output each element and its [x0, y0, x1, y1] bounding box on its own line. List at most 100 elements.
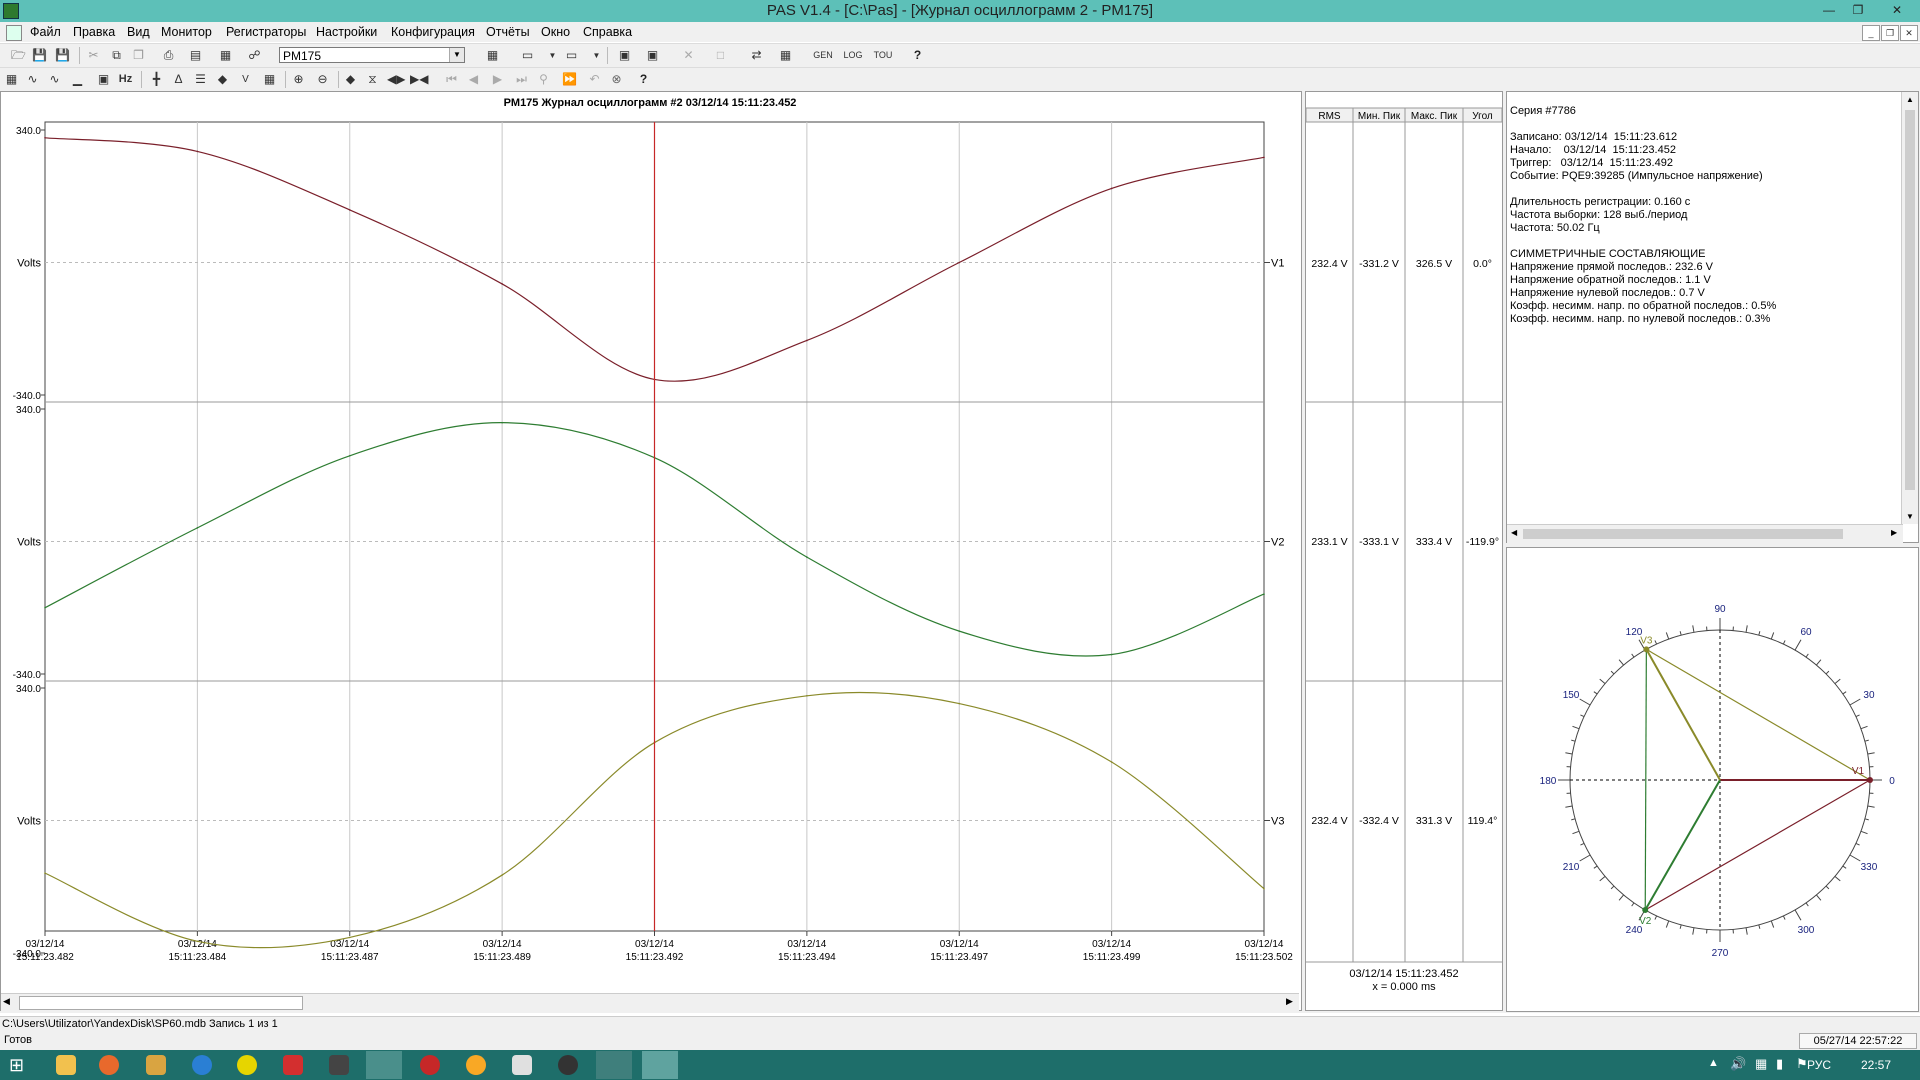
- prev-icon[interactable]: ◀: [465, 71, 482, 88]
- compress-vertical-icon[interactable]: ⧖: [364, 71, 381, 88]
- horizontal-scrollbar[interactable]: ◀ ▶: [1, 993, 1299, 1011]
- compress-horizontal-icon[interactable]: ▶◀: [410, 71, 428, 88]
- next-icon[interactable]: ▶: [489, 71, 506, 88]
- transfer-icon[interactable]: ⇄: [748, 47, 765, 64]
- recorder-icon[interactable]: ▭: [563, 47, 580, 64]
- expand-horizontal-icon[interactable]: ◀▶: [387, 71, 405, 88]
- app-taskbar-icon-4[interactable]: [283, 1055, 303, 1075]
- table-view-icon[interactable]: ▦: [3, 71, 20, 88]
- open-icon[interactable]: 🗁: [10, 47, 27, 64]
- start-button[interactable]: ⊞: [9, 1055, 29, 1075]
- chevron-down-icon[interactable]: ▼: [449, 48, 464, 62]
- save-all-icon[interactable]: 💾: [54, 47, 71, 64]
- scroll-thumb[interactable]: [19, 996, 303, 1010]
- app-taskbar-icon-7[interactable]: [466, 1055, 486, 1075]
- hz-button[interactable]: Hz: [117, 71, 134, 88]
- picture-icon[interactable]: ▣: [616, 47, 633, 64]
- menu-view[interactable]: Вид: [127, 25, 150, 39]
- menu-monitor[interactable]: Монитор: [161, 25, 212, 39]
- device-combo[interactable]: PM175 ▼: [279, 47, 465, 63]
- waveform-chart[interactable]: PM175 Журнал осциллограмм #2 03/12/14 15…: [1, 92, 1301, 992]
- help-2-icon[interactable]: ?: [635, 71, 652, 88]
- properties-icon[interactable]: ▦: [217, 47, 234, 64]
- menu-window[interactable]: Окно: [541, 25, 570, 39]
- language-indicator[interactable]: РУС: [1807, 1058, 1831, 1072]
- info-scroll-right-icon[interactable]: ▶: [1891, 528, 1897, 537]
- app-taskbar-icon-6[interactable]: [420, 1055, 440, 1075]
- close-button[interactable]: ✕: [1874, 0, 1920, 22]
- info-hscroll-thumb[interactable]: [1523, 529, 1843, 539]
- tray-arrow-icon[interactable]: ▲: [1708, 1057, 1719, 1069]
- info-scroll-left-icon[interactable]: ◀: [1511, 528, 1517, 537]
- word-taskbar-button[interactable]: [596, 1051, 632, 1079]
- last-icon[interactable]: ⏭: [513, 71, 530, 88]
- expand-vertical-icon[interactable]: ◆: [342, 71, 359, 88]
- mdi-close-button[interactable]: ✕: [1900, 25, 1918, 41]
- volume-icon[interactable]: 🔊: [1730, 1056, 1746, 1072]
- info-horizontal-scrollbar[interactable]: ◀ ▶: [1507, 524, 1903, 543]
- dropdown-arrow-2-icon[interactable]: ▼: [588, 47, 605, 64]
- channels-icon[interactable]: ╋: [148, 71, 165, 88]
- app-taskbar-icon-1[interactable]: [146, 1055, 166, 1075]
- delete-icon[interactable]: ✕: [680, 47, 697, 64]
- scroll-right-icon[interactable]: ▶: [1286, 996, 1293, 1007]
- app-taskbar-icon-5[interactable]: [329, 1055, 349, 1075]
- tou-button[interactable]: TOU: [871, 47, 895, 64]
- log-button[interactable]: LOG: [841, 47, 865, 64]
- scroll-left-icon[interactable]: ◀: [3, 996, 10, 1007]
- mdi-minimize-button[interactable]: _: [1862, 25, 1880, 41]
- gen-button[interactable]: GEN: [811, 47, 835, 64]
- firefox-taskbar-icon[interactable]: [99, 1055, 119, 1075]
- pas-taskbar-button-1[interactable]: [366, 1051, 402, 1079]
- harmonics-icon[interactable]: ▣: [95, 71, 112, 88]
- menu-recorders[interactable]: Регистраторы: [226, 25, 306, 39]
- flag-icon[interactable]: ⚑: [1796, 1056, 1808, 1072]
- app-taskbar-icon-9[interactable]: [558, 1055, 578, 1075]
- options-icon[interactable]: ▦: [261, 71, 278, 88]
- help-icon[interactable]: ?: [909, 47, 926, 64]
- app-taskbar-icon-8[interactable]: [512, 1055, 532, 1075]
- monitor-icon[interactable]: ▭: [519, 47, 536, 64]
- menu-configuration[interactable]: Конфигурация: [391, 25, 475, 39]
- delta-icon[interactable]: Δ: [170, 71, 187, 88]
- connect-icon[interactable]: ☍: [246, 47, 263, 64]
- skip-icon[interactable]: ⏩: [561, 71, 578, 88]
- first-icon[interactable]: ⏮: [443, 71, 460, 88]
- multi-waveform-icon[interactable]: ∿: [46, 71, 63, 88]
- print-icon[interactable]: ⎙: [160, 47, 177, 64]
- doc-icon[interactable]: [6, 25, 22, 41]
- undo-icon[interactable]: ↶: [586, 71, 603, 88]
- save-icon[interactable]: 💾: [31, 47, 48, 64]
- app-taskbar-icon-3[interactable]: [237, 1055, 257, 1075]
- menu-settings[interactable]: Настройки: [316, 25, 377, 39]
- spectrum-icon[interactable]: ▁: [69, 71, 86, 88]
- taskbar-clock[interactable]: 22:57: [1861, 1058, 1891, 1072]
- chart-icon[interactable]: ▣: [644, 47, 661, 64]
- zoom-in-icon[interactable]: ⊕: [290, 71, 307, 88]
- zoom-out-icon[interactable]: ⊖: [314, 71, 331, 88]
- phasor-diagram[interactable]: 0306090120150180210240270300330V1V2V3: [1507, 548, 1918, 1011]
- explorer-taskbar-icon[interactable]: [56, 1055, 76, 1075]
- menu-help[interactable]: Справка: [583, 25, 632, 39]
- info-vertical-scrollbar[interactable]: ▲ ▼: [1901, 92, 1918, 524]
- clear-icon[interactable]: □: [712, 47, 729, 64]
- scroll-down-icon[interactable]: ▼: [1906, 512, 1914, 521]
- app-taskbar-icon-2[interactable]: [192, 1055, 212, 1075]
- menu-edit[interactable]: Правка: [73, 25, 115, 39]
- network-icon[interactable]: ▦: [1755, 1056, 1767, 1072]
- info-vscroll-thumb[interactable]: [1905, 110, 1915, 490]
- cut-icon[interactable]: ✂: [85, 47, 102, 64]
- battery-icon[interactable]: ▮: [1776, 1056, 1783, 1072]
- minimize-button[interactable]: —: [1816, 0, 1842, 22]
- menu-file[interactable]: Файл: [30, 25, 61, 39]
- copy-icon[interactable]: ⧉: [108, 47, 125, 64]
- search-icon[interactable]: ⚲: [535, 71, 552, 88]
- paste-icon[interactable]: ❐: [130, 47, 147, 64]
- waveform-icon[interactable]: ∿: [24, 71, 41, 88]
- dropdown-arrow-icon[interactable]: ▼: [544, 47, 561, 64]
- stop-icon[interactable]: ⊗: [608, 71, 625, 88]
- vll-icon[interactable]: V: [237, 71, 254, 88]
- grid-view-icon[interactable]: ▦: [484, 47, 501, 64]
- list-icon[interactable]: ☰: [192, 71, 209, 88]
- print-preview-icon[interactable]: ▤: [187, 47, 204, 64]
